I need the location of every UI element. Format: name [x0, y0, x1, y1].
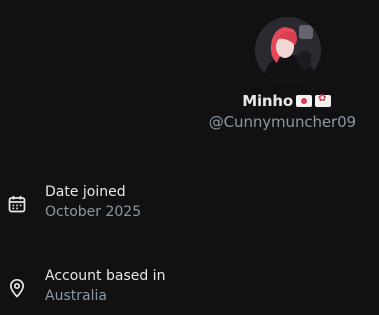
- location-pin-icon: [7, 278, 27, 298]
- profile-header: Minho @Cunnymuncher09: [0, 0, 379, 140]
- account-location-label: Account based in: [45, 268, 166, 284]
- account-location-row: Account based in Australia: [0, 268, 379, 312]
- display-name: Minho: [242, 92, 293, 110]
- display-name-row: Minho: [242, 92, 331, 110]
- username-handle: @Cunnymuncher09: [208, 113, 356, 131]
- avatar[interactable]: [255, 17, 321, 83]
- flag-icon-jp: [296, 95, 312, 107]
- account-location-value: Australia: [45, 288, 107, 304]
- date-joined-label: Date joined: [45, 184, 126, 200]
- date-joined-value: October 2025: [45, 204, 142, 220]
- calendar-icon: [7, 194, 27, 214]
- date-joined-row: Date joined October 2025: [0, 184, 379, 228]
- flag-icon-hk: [315, 93, 331, 107]
